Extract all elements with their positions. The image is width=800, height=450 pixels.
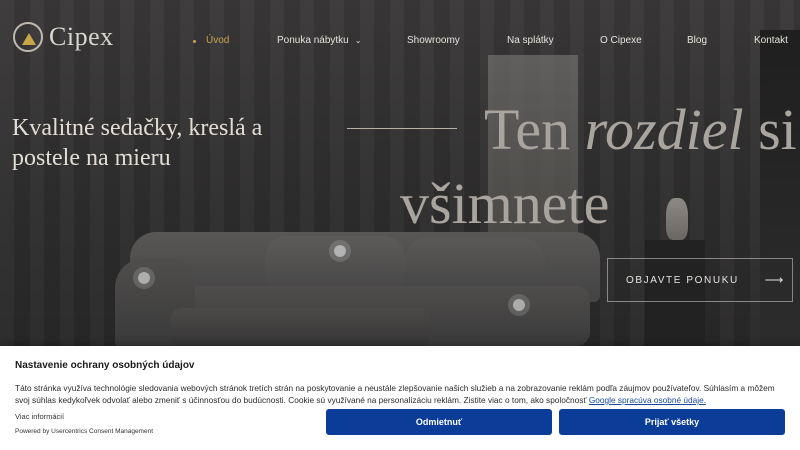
nav-item-label: Ponuka nábytku [277,35,349,46]
chevron-down-icon: ⌄ [354,36,362,45]
arrow-right-icon: ⟶ [764,272,784,287]
accept-all-button[interactable]: Prijať všetky [559,409,785,435]
vase-decor [666,198,688,240]
headline-text: Ten [484,97,585,162]
main-navigation: Úvod Ponuka nábytku ⌄ Showroomy Na splátk… [0,35,800,49]
headline-text: si [743,97,797,162]
decorative-divider [347,128,457,129]
product-hotspot[interactable] [334,245,346,257]
background-window [760,30,800,360]
headline-emphasis: rozdiel [584,97,744,162]
more-info-link[interactable]: Viac informácií [15,412,64,421]
consent-title: Nastavenie ochrany osobných údajov [15,360,195,371]
nav-item-showroomy[interactable]: Showroomy [407,35,460,46]
hero-subtitle: Kvalitné sedačky, kreslá a postele na mi… [12,115,263,171]
powered-by-label: Powered by Usercentrics Consent Manageme… [15,428,154,435]
deny-button[interactable]: Odmietnuť [326,409,552,435]
nav-item-ponuka-nabytku[interactable]: Ponuka nábytku ⌄ [277,35,361,46]
cta-label: OBJAVTE PONUKU [626,274,739,286]
cookie-consent-banner: Nastavenie ochrany osobných údajov Táto … [0,346,800,450]
sofa-chaise [170,308,430,348]
hero-headline-line1: Ten rozdiel si [484,96,797,163]
nav-item-uvod[interactable]: Úvod [206,35,229,46]
nav-item-na-splatky[interactable]: Na splátky [507,35,554,46]
nav-item-blog[interactable]: Blog [687,35,707,46]
google-privacy-link[interactable]: Google spracúva osobné údaje. [589,395,706,405]
consent-text: Táto stránka využíva technológie sledova… [15,382,785,406]
explore-offer-button[interactable]: OBJAVTE PONUKU ⟶ [607,258,793,302]
product-hotspot[interactable] [138,272,150,284]
nav-item-kontakt[interactable]: Kontakt [754,35,788,46]
product-hotspot[interactable] [513,299,525,311]
hero-headline-line2: všimnete [400,171,610,236]
nav-item-o-cipexe[interactable]: O Cipexe [600,35,642,46]
